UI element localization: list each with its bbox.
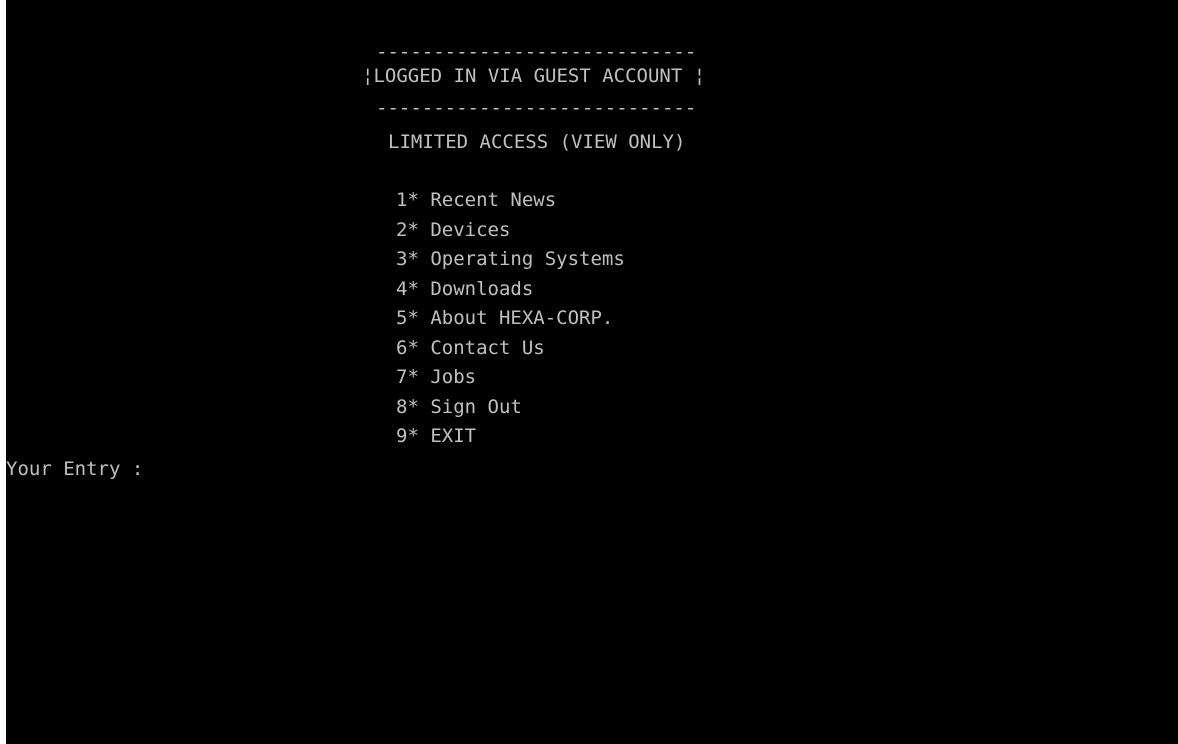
menu-item-label: Operating Systems [430,248,625,270]
login-status-banner: ¦LOGGED IN VIA GUEST ACCOUNT ¦ [362,65,706,87]
menu-item-operating-systems[interactable]: 3* Operating Systems [396,245,625,275]
entry-prompt-label: Your Entry : [6,458,144,480]
entry-prompt-line[interactable]: Your Entry : [6,455,165,485]
menu-item-number: 7* [396,366,419,388]
menu-item-label: EXIT [430,425,477,447]
menu-item-number: 5* [396,307,419,329]
menu-item-label: Downloads [430,277,534,300]
menu-item-label: Sign Out [430,395,522,418]
menu-item-label: About HEXA-CORP. [430,307,614,329]
menu-item-label: Devices [430,218,511,241]
menu-item-jobs[interactable]: 7* Jobs [396,363,625,393]
menu-item-recent-news[interactable]: 1* Recent News [396,186,625,216]
main-menu: 1* Recent News 2* Devices 3* Operating S… [396,186,625,452]
access-level-subtitle: LIMITED ACCESS (VIEW ONLY) [388,131,686,153]
menu-item-number: 3* [396,248,419,270]
menu-item-exit[interactable]: 9* EXIT [396,422,625,452]
menu-item-label: Jobs [430,366,477,388]
menu-item-number: 1* [396,189,419,211]
menu-item-number: 4* [396,277,419,300]
menu-item-sign-out[interactable]: 8* Sign Out [396,393,625,423]
menu-item-number: 2* [396,218,419,241]
menu-item-devices[interactable]: 2* Devices [396,216,625,246]
terminal-screen: ---------------------------- ¦LOGGED IN … [6,0,1178,744]
menu-item-label: Recent News [430,189,557,211]
banner-bottom-rule: ---------------------------- [376,97,697,119]
menu-item-number: 9* [396,425,419,447]
menu-item-number: 8* [396,395,419,418]
menu-item-downloads[interactable]: 4* Downloads [396,275,625,305]
menu-item-number: 6* [396,336,419,359]
menu-item-contact-us[interactable]: 6* Contact Us [396,334,625,364]
menu-item-about[interactable]: 5* About HEXA-CORP. [396,304,625,334]
menu-item-label: Contact Us [430,336,545,359]
